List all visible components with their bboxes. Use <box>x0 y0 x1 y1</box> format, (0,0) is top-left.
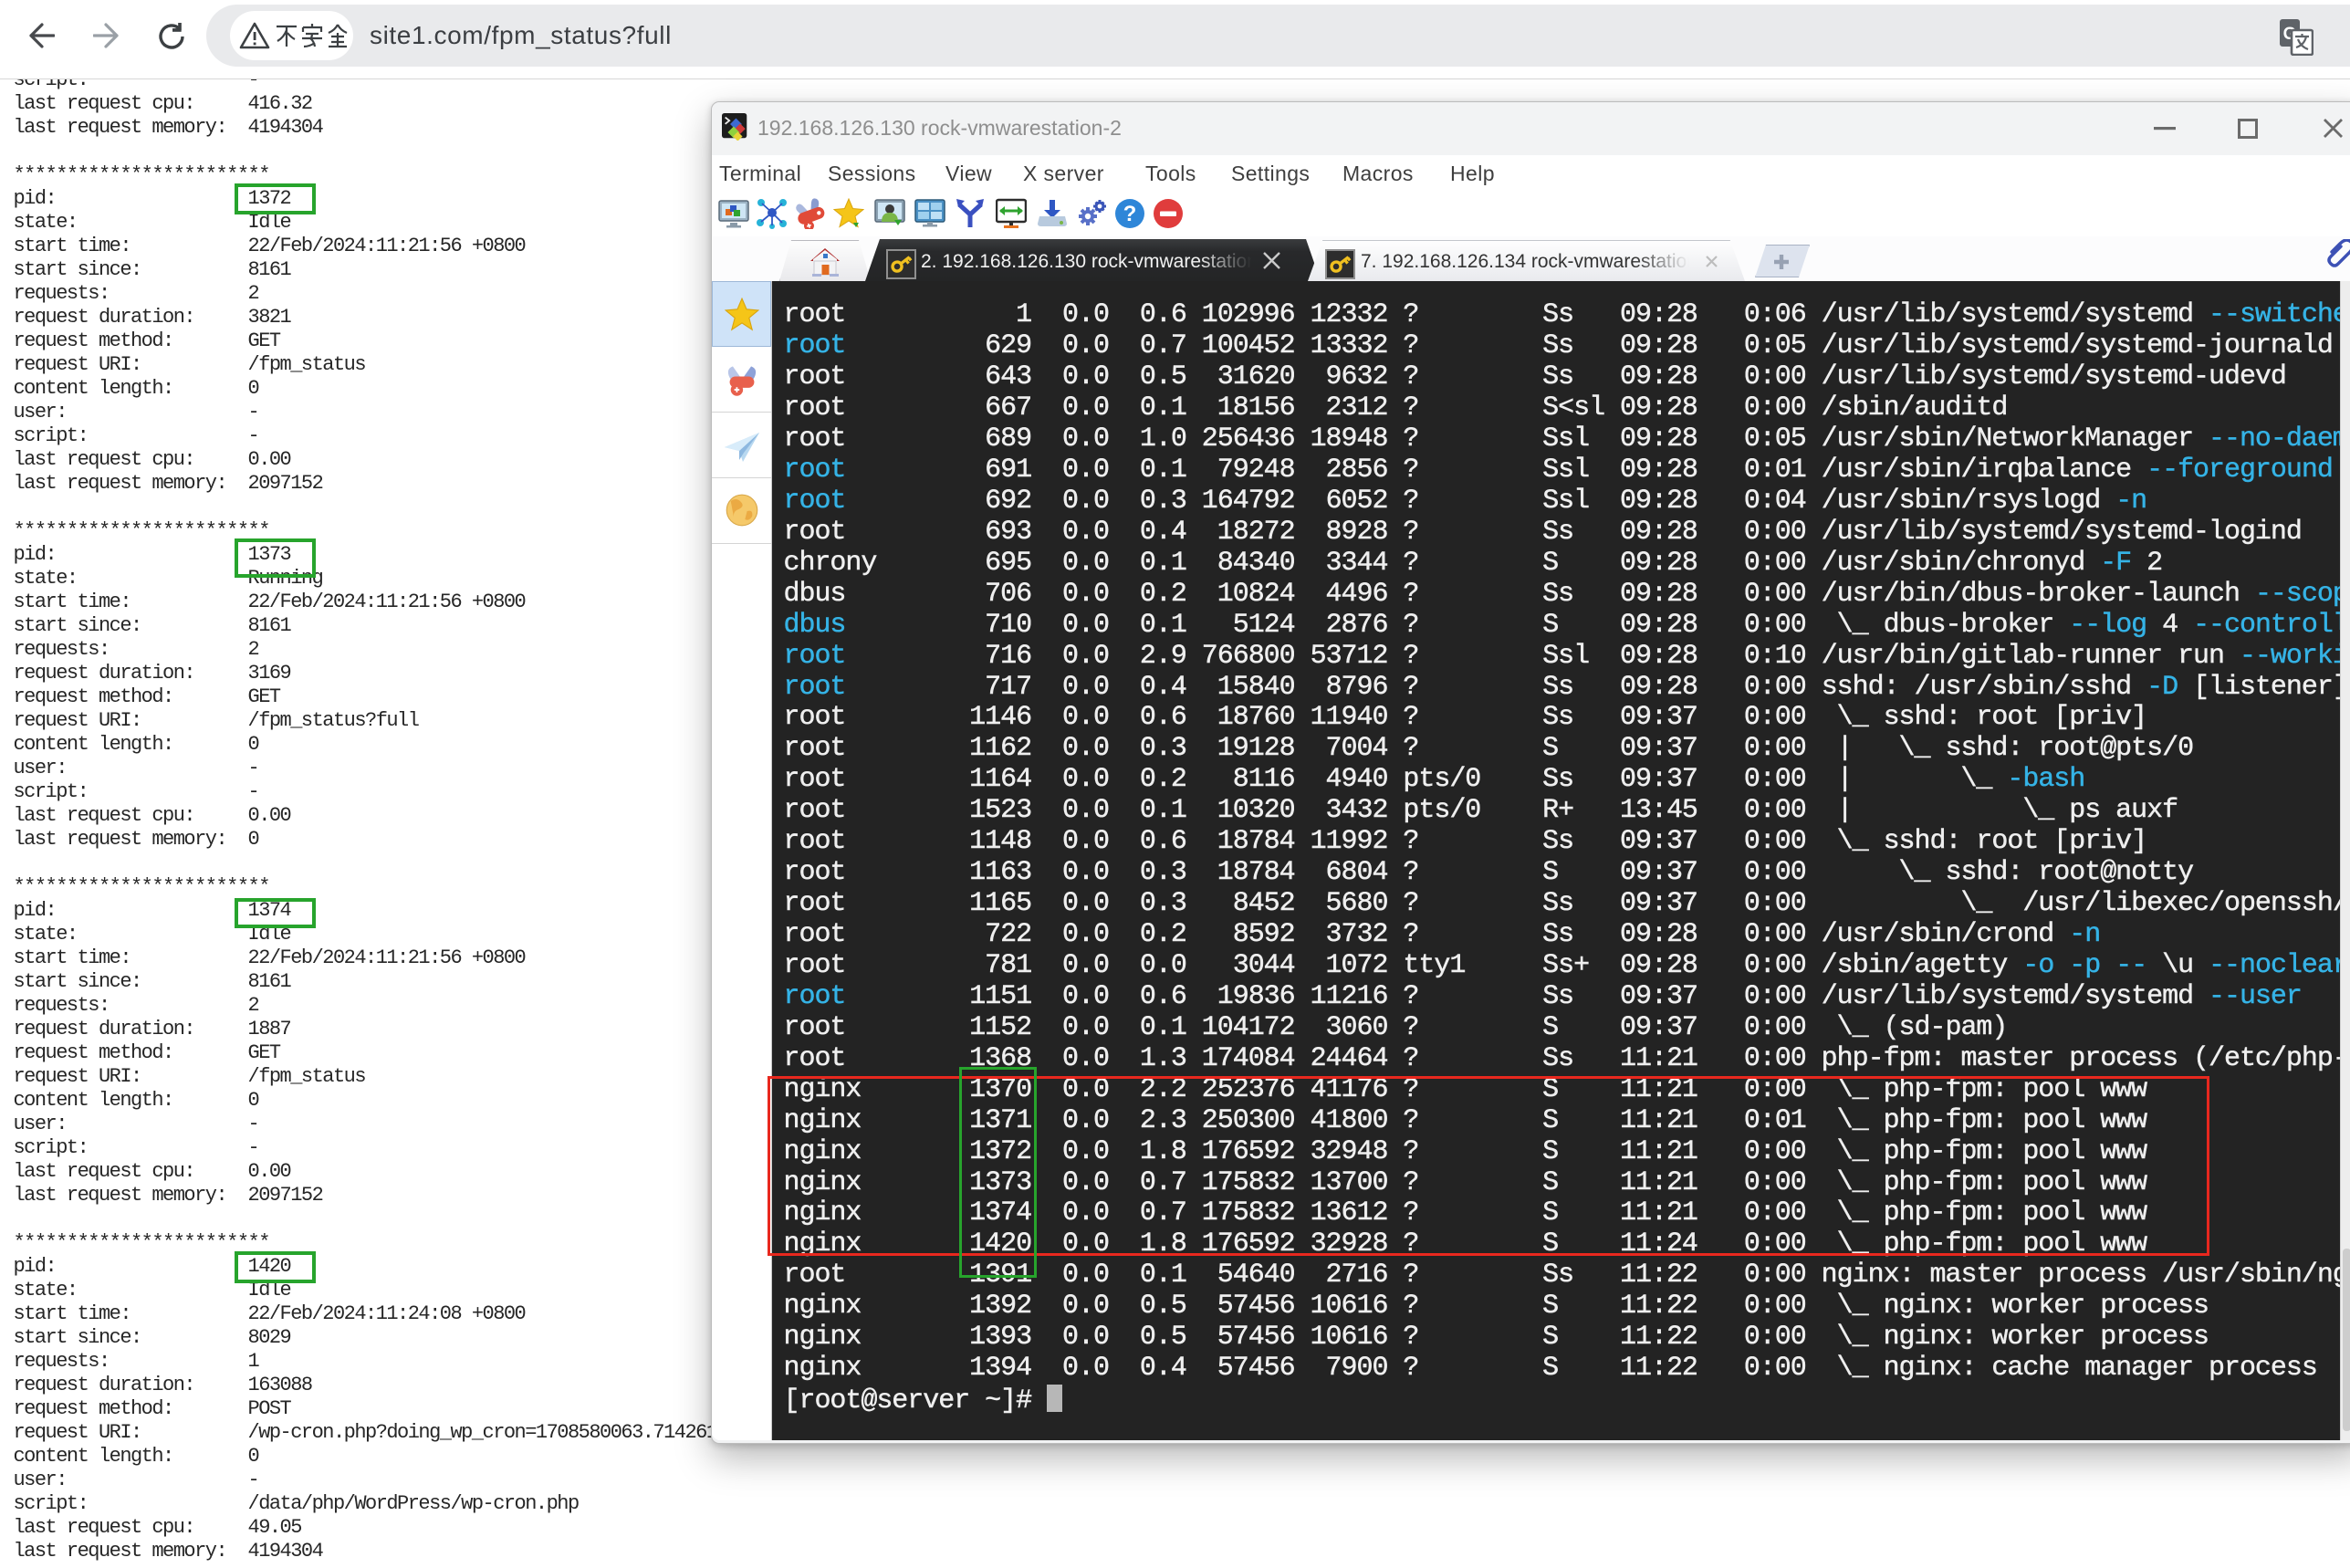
svg-text:?: ? <box>1123 202 1137 226</box>
